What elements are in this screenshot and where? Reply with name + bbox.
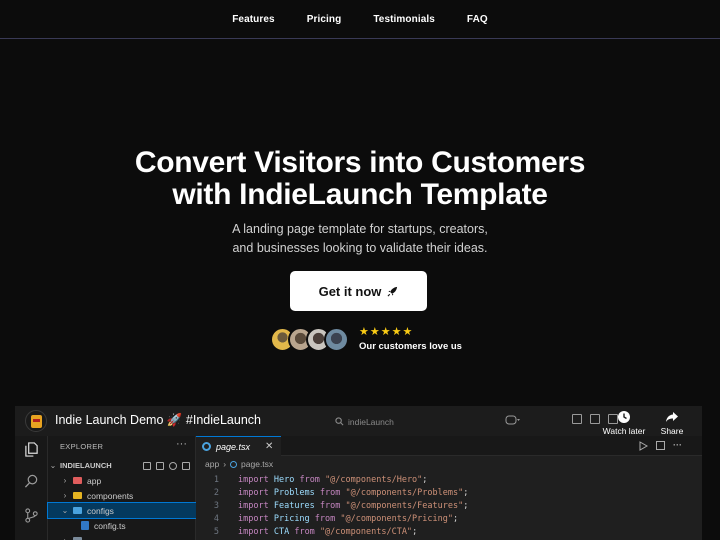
layout-sidebar-icon: [572, 414, 582, 424]
hero-subtitle-line2: and businesses looking to validate their…: [232, 240, 488, 255]
hero-title-line1: Convert Visitors into Customers: [134, 146, 586, 179]
code-lines: 1 import Hero from "@/components/Hero"; …: [196, 473, 702, 538]
refresh-icon[interactable]: [169, 461, 177, 470]
search-icon[interactable]: [24, 474, 39, 489]
avatar: [324, 326, 349, 352]
folder-icon: [73, 477, 82, 484]
watch-later-button[interactable]: Watch later: [599, 410, 649, 436]
social-proof-text: ★★★★★ Our customers love us: [359, 326, 462, 352]
tree-item-label: configs: [87, 505, 114, 516]
top-nav: Features Pricing Testimonials FAQ: [0, 0, 720, 39]
explorer-panel: EXPLORER ··· ⌄ INDIELAUNCH › app › compo…: [47, 436, 197, 540]
rating-stars: ★★★★★: [359, 326, 414, 338]
tree-item-label: app: [87, 475, 102, 486]
source-control-icon[interactable]: [24, 508, 39, 523]
hero-subtitle-line1: A landing page template for startups, cr…: [232, 222, 488, 236]
hero-title-line2: with IndieLaunch Template: [172, 178, 548, 211]
nav-link-features[interactable]: Features: [216, 14, 291, 25]
share-icon: [666, 412, 678, 422]
project-label: INDIELAUNCH: [60, 461, 112, 470]
editor-actions: ···: [639, 441, 682, 451]
tree-item-partial[interactable]: ›: [48, 533, 196, 540]
explorer-actions: [143, 461, 190, 470]
cta-label: Get it now: [318, 283, 382, 299]
editor-tabbar: page.tsx ✕ ···: [196, 436, 702, 456]
command-center-search: indieLaunch: [335, 414, 495, 429]
project-root[interactable]: ⌄ INDIELAUNCH: [48, 458, 196, 473]
search-icon: [335, 417, 344, 426]
chevron-right-icon: ›: [63, 491, 67, 500]
video-title[interactable]: Indie Launch Demo 🚀 #IndieLaunch: [55, 413, 261, 428]
close-icon[interactable]: ✕: [265, 441, 273, 452]
nav-link-pricing[interactable]: Pricing: [291, 14, 358, 25]
nav-link-testimonials[interactable]: Testimonials: [357, 14, 451, 25]
nav-link-faq[interactable]: FAQ: [451, 14, 504, 25]
more-actions-icon[interactable]: ···: [176, 438, 187, 450]
code-line: 4 import Pricing from "@/components/Pric…: [213, 513, 459, 524]
chevron-right-icon: ›: [63, 476, 67, 485]
search-text: indieLaunch: [348, 416, 394, 427]
folder-icon: [73, 507, 82, 514]
chevron-right-icon: ›: [223, 459, 227, 469]
tab-page-tsx[interactable]: page.tsx ✕: [196, 436, 281, 456]
chevron-down-icon: ⌄: [49, 461, 57, 470]
customer-avatars: [270, 326, 349, 352]
typescript-file-icon: [81, 521, 89, 530]
hero-subtitle: A landing page template for startups, cr…: [0, 220, 720, 257]
watch-later-label: Watch later: [602, 426, 646, 436]
split-editor-icon[interactable]: [656, 441, 665, 450]
code-line: 1 import Hero from "@/components/Hero";: [213, 474, 428, 485]
get-it-now-button[interactable]: Get it now: [290, 271, 427, 311]
code-editor[interactable]: page.tsx ✕ ··· app › page.tsx 1 import H…: [196, 436, 702, 540]
more-actions-icon[interactable]: ···: [673, 441, 682, 451]
demo-video-embed[interactable]: Indie Launch Demo 🚀 #IndieLaunch indieLa…: [15, 406, 702, 540]
activity-bar: [15, 436, 48, 540]
tree-item-label: components: [87, 490, 134, 501]
hero-title: Convert Visitors into Customers with Ind…: [0, 147, 720, 211]
run-icon[interactable]: [639, 441, 648, 451]
new-folder-icon[interactable]: [156, 461, 164, 470]
tree-item-configs[interactable]: ⌄ configs: [47, 502, 197, 519]
react-file-icon: [230, 460, 238, 468]
code-line: 5 import CTA from "@/components/CTA";: [213, 526, 418, 537]
code-line: 3 import Features from "@/components/Fea…: [213, 500, 469, 511]
breadcrumb-file[interactable]: page.tsx: [241, 459, 273, 469]
tree-item-components[interactable]: › components: [48, 488, 196, 503]
folder-icon: [73, 492, 82, 499]
tree-item-label: config.ts: [94, 520, 126, 531]
chevron-down-icon: ⌄: [61, 506, 69, 515]
react-file-icon: [202, 442, 211, 451]
new-file-icon[interactable]: [143, 461, 151, 470]
social-proof: ★★★★★ Our customers love us: [270, 325, 462, 353]
breadcrumb: app › page.tsx: [205, 459, 273, 469]
tab-label: page.tsx: [216, 441, 251, 452]
code-line: 2 import Problems from "@/components/Pro…: [213, 487, 469, 498]
clock-icon: [618, 411, 630, 423]
files-icon[interactable]: [24, 442, 39, 457]
share-button[interactable]: Share: [657, 410, 687, 436]
copilot-icon: [505, 415, 520, 425]
explorer-heading: EXPLORER: [60, 442, 104, 451]
collapse-icon[interactable]: [182, 461, 190, 470]
tree-item-app[interactable]: › app: [48, 473, 196, 488]
video-header: Indie Launch Demo 🚀 #IndieLaunch indieLa…: [15, 406, 702, 436]
tree-item-config-ts[interactable]: config.ts: [48, 518, 196, 533]
rocket-icon: [387, 286, 398, 296]
social-proof-label: Our customers love us: [359, 341, 462, 352]
breadcrumb-folder[interactable]: app: [205, 459, 219, 469]
channel-logo[interactable]: [25, 410, 47, 432]
share-label: Share: [660, 426, 684, 436]
